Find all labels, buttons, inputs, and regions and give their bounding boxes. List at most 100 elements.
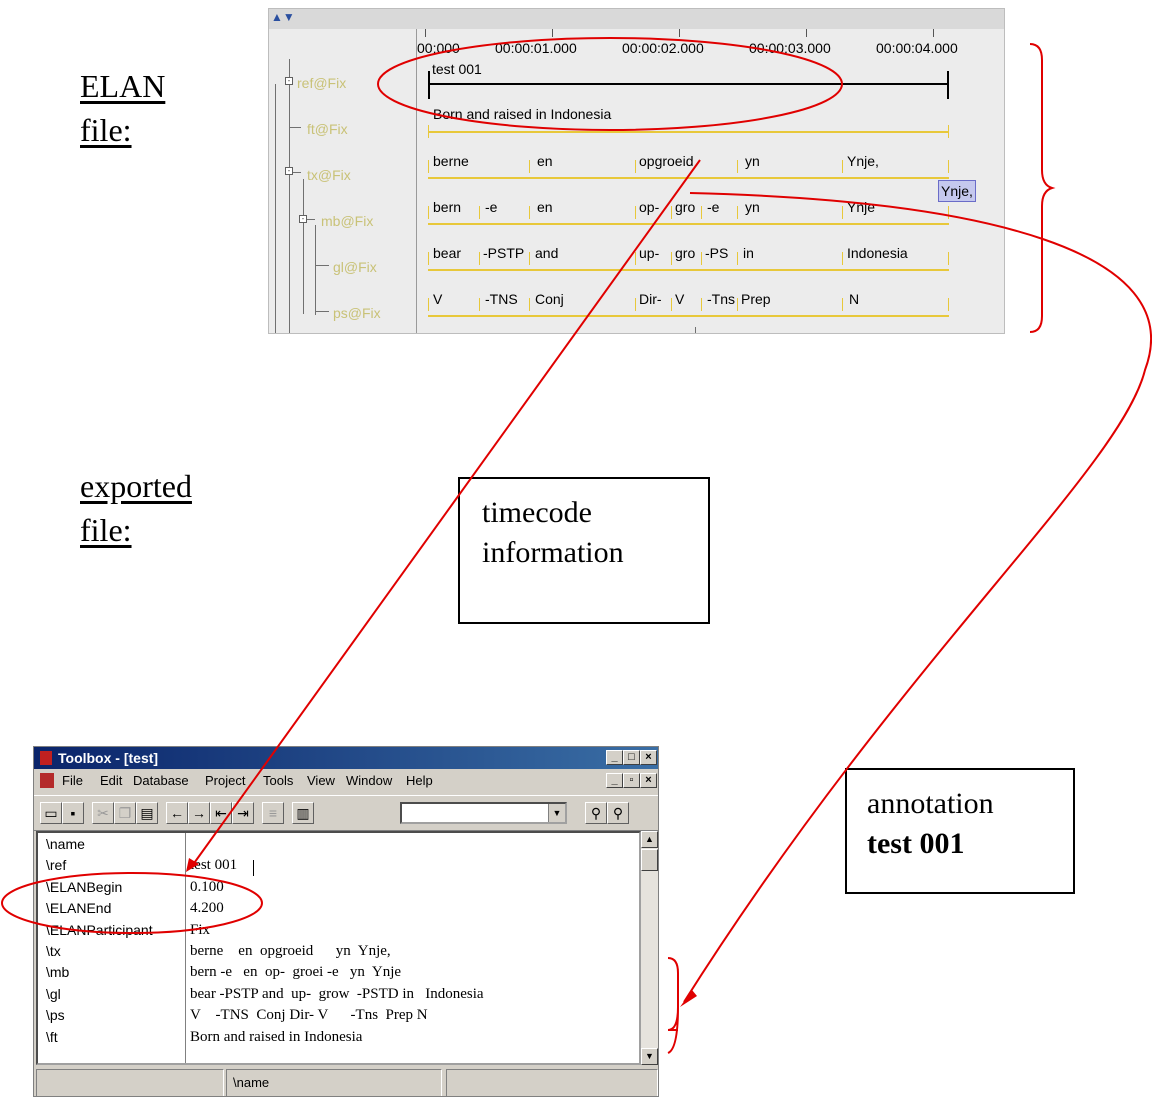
menu-project[interactable]: Project: [205, 773, 245, 788]
gl-annotation[interactable]: and: [535, 245, 558, 261]
record-field-row[interactable]: \ft Born and raised in Indonesia: [38, 1029, 639, 1050]
field-value[interactable]: test 001: [190, 857, 237, 874]
ps-annotation[interactable]: Conj: [535, 291, 564, 307]
tx-annotation[interactable]: opgroeid: [639, 153, 694, 169]
menu-edit[interactable]: Edit: [100, 773, 122, 788]
last-record-icon[interactable]: ⇥: [232, 802, 254, 824]
mb-annotation[interactable]: en: [537, 199, 553, 215]
menu-database[interactable]: Database: [133, 773, 189, 788]
field-value[interactable]: 0.100: [190, 879, 224, 896]
menu-window[interactable]: Window: [346, 773, 392, 788]
doc-minimize-icon[interactable]: _: [606, 773, 623, 788]
field-value[interactable]: V -TNS Conj Dir- V -Tns Prep N: [190, 1007, 428, 1024]
record-field-row[interactable]: \name: [38, 836, 639, 857]
field-value[interactable]: 4.200: [190, 900, 224, 917]
record-view[interactable]: \name \ref test 001 \ELANBegin 0.100 \ELANEnd…: [36, 831, 641, 1065]
gl-annotation[interactable]: gro: [675, 245, 695, 261]
interlinear-icon[interactable]: ≡: [262, 802, 284, 824]
tier-name-mb[interactable]: mb@Fix: [321, 213, 373, 229]
filter-combobox[interactable]: ▼: [400, 802, 567, 824]
collapse-icon[interactable]: -: [285, 167, 293, 175]
tier-name-gl[interactable]: gl@Fix: [333, 259, 377, 275]
menu-tools[interactable]: Tools: [263, 773, 293, 788]
gl-annotation[interactable]: -PS: [705, 245, 728, 261]
gl-annotation[interactable]: up-: [639, 245, 659, 261]
mb-annotation[interactable]: -e: [707, 199, 719, 215]
tx-annotation[interactable]: Ynje,: [847, 153, 879, 169]
ps-annotation[interactable]: -TNS: [485, 291, 518, 307]
next-record-icon[interactable]: →: [188, 802, 210, 824]
minimize-icon[interactable]: _: [606, 750, 623, 765]
first-record-icon[interactable]: ⇤: [210, 802, 232, 824]
field-value[interactable]: Born and raised in Indonesia: [190, 1029, 362, 1046]
elan-tier-names-panel: - - - ref@Fix ft@Fix tx@Fix mb@Fix gl@Fi…: [269, 29, 417, 333]
mb-annotation[interactable]: yn: [745, 199, 760, 215]
menu-view[interactable]: View: [307, 773, 335, 788]
scroll-up-icon[interactable]: ▲: [641, 831, 658, 848]
gl-annotation[interactable]: Indonesia: [847, 245, 908, 261]
gl-annotation[interactable]: -PSTP: [483, 245, 524, 261]
annotation-edit-box[interactable]: Ynje,: [938, 180, 976, 202]
record-field-row[interactable]: \tx berne en opgroeid yn Ynje,: [38, 943, 639, 964]
find-next-icon[interactable]: ⚲: [607, 802, 629, 824]
mb-annotation[interactable]: -e: [485, 199, 497, 215]
chevron-down-icon[interactable]: ▼: [548, 804, 565, 822]
gl-annotation[interactable]: bear: [433, 245, 461, 261]
doc-close-icon[interactable]: ×: [640, 773, 657, 788]
tier-name-ps[interactable]: ps@Fix: [333, 305, 381, 321]
ps-annotation[interactable]: Prep: [741, 291, 771, 307]
maximize-icon[interactable]: □: [623, 750, 640, 765]
close-icon[interactable]: ×: [640, 750, 657, 765]
cut-icon[interactable]: ✂: [92, 802, 114, 824]
field-value[interactable]: Fix: [190, 922, 210, 939]
field-value[interactable]: bear -PSTP and up- grow -PSTD in Indones…: [190, 986, 484, 1003]
field-value[interactable]: bern -e en op- groei -e yn Ynje: [190, 964, 401, 981]
ruler-arrow-icon[interactable]: ▲▼: [271, 10, 295, 24]
ps-annotation[interactable]: N: [849, 291, 859, 307]
menu-help[interactable]: Help: [406, 773, 433, 788]
previous-record-icon[interactable]: ←: [166, 802, 188, 824]
mb-annotation[interactable]: gro: [675, 199, 695, 215]
tier-name-ft[interactable]: ft@Fix: [307, 121, 348, 137]
mb-annotation[interactable]: op-: [639, 199, 659, 215]
tx-annotation[interactable]: yn: [745, 153, 760, 169]
open-icon[interactable]: ▭: [40, 802, 62, 824]
copy-icon[interactable]: ❐: [114, 802, 136, 824]
record-field-row[interactable]: \ref test 001: [38, 857, 639, 878]
ps-annotation[interactable]: V: [433, 291, 442, 307]
record-field-row[interactable]: \ELANBegin 0.100: [38, 879, 639, 900]
record-field-row[interactable]: \ELANEnd 4.200: [38, 900, 639, 921]
ps-annotation[interactable]: V: [675, 291, 684, 307]
vertical-scrollbar[interactable]: ▲ ▼: [641, 831, 658, 1065]
toolbox-titlebar[interactable]: Toolbox - [test] _ □ ×: [34, 747, 658, 769]
doc-restore-icon[interactable]: ▫: [623, 773, 640, 788]
ps-annotation[interactable]: Dir-: [639, 291, 662, 307]
mb-annotation[interactable]: bern: [433, 199, 461, 215]
field-value[interactable]: berne en opgroeid yn Ynje,: [190, 943, 391, 960]
scroll-thumb[interactable]: [641, 849, 658, 871]
menu-file[interactable]: File: [62, 773, 83, 788]
ft-annotation[interactable]: Born and raised in Indonesia: [433, 106, 611, 122]
browse-view-icon[interactable]: ▥: [292, 802, 314, 824]
ref-annotation-bar[interactable]: [428, 83, 949, 85]
collapse-icon[interactable]: -: [299, 215, 307, 223]
record-field-row[interactable]: \mb bern -e en op- groei -e yn Ynje: [38, 964, 639, 985]
field-marker: \ELANParticipant: [46, 921, 153, 938]
ps-annotation[interactable]: -Tns: [707, 291, 735, 307]
record-field-row[interactable]: \gl bear -PSTP and up- grow -PSTD in Indo…: [38, 986, 639, 1007]
record-field-row[interactable]: \ps V -TNS Conj Dir- V -Tns Prep N: [38, 1007, 639, 1028]
paste-icon[interactable]: ▤: [136, 802, 158, 824]
ref-annotation[interactable]: test 001: [432, 61, 482, 77]
tx-annotation[interactable]: en: [537, 153, 553, 169]
scroll-down-icon[interactable]: ▼: [641, 1048, 658, 1065]
collapse-icon[interactable]: -: [285, 77, 293, 85]
tier-name-tx[interactable]: tx@Fix: [307, 167, 351, 183]
record-field-row[interactable]: \ELANParticipant Fix: [38, 922, 639, 943]
elan-annotation-viewer[interactable]: 00:000 00:00:01.000 00:00:02.000 00:00:0…: [417, 29, 1004, 333]
tier-name-ref[interactable]: ref@Fix: [297, 75, 346, 91]
gl-annotation[interactable]: in: [743, 245, 754, 261]
tx-annotation[interactable]: berne: [433, 153, 469, 169]
save-icon[interactable]: ▪: [62, 802, 84, 824]
search-icon[interactable]: ⚲: [585, 802, 607, 824]
mb-annotation[interactable]: Ynje: [847, 199, 875, 215]
